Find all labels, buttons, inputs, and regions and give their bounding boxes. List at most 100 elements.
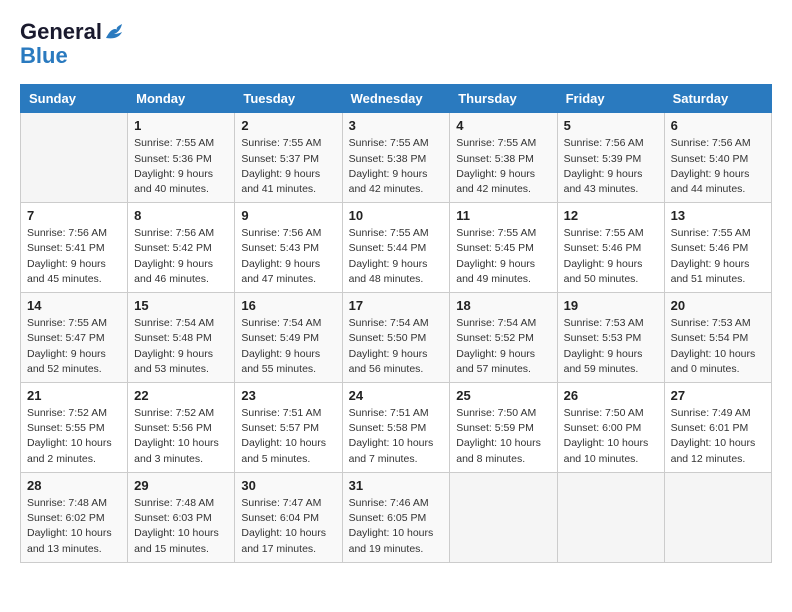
day-info: Sunrise: 7:55 AM Sunset: 5:46 PM Dayligh…	[671, 226, 765, 287]
col-header-tuesday: Tuesday	[235, 85, 342, 113]
day-number: 21	[27, 388, 121, 403]
calendar-cell: 26 Sunrise: 7:50 AM Sunset: 6:00 PM Dayli…	[557, 383, 664, 473]
col-header-sunday: Sunday	[21, 85, 128, 113]
calendar-cell: 24Sunrise: 7:51 AM Sunset: 5:58 PM Dayli…	[342, 383, 450, 473]
calendar-cell: 7Sunrise: 7:56 AM Sunset: 5:41 PM Daylig…	[21, 203, 128, 293]
day-info: Sunrise: 7:52 AM Sunset: 5:55 PM Dayligh…	[27, 406, 121, 467]
day-number: 15	[134, 298, 228, 313]
calendar-cell	[450, 472, 557, 562]
day-info: Sunrise: 7:51 AM Sunset: 5:57 PM Dayligh…	[241, 406, 335, 467]
calendar-cell: 3 Sunrise: 7:55 AM Sunset: 5:38 PM Daylig…	[342, 113, 450, 203]
logo-bird-icon	[104, 24, 126, 42]
day-info: Sunrise: 7:56 AM Sunset: 5:40 PM Dayligh…	[671, 136, 765, 197]
calendar-cell: 23 Sunrise: 7:51 AM Sunset: 5:57 PM Dayli…	[235, 383, 342, 473]
day-info: Sunrise: 7:54 AM Sunset: 5:49 PM Dayligh…	[241, 316, 335, 377]
calendar-cell: 20 Sunrise: 7:53 AM Sunset: 5:54 PM Dayli…	[664, 293, 771, 383]
day-info: Sunrise: 7:56 AM Sunset: 5:41 PM Dayligh…	[27, 226, 121, 287]
day-info: Sunrise: 7:56 AM Sunset: 5:43 PM Dayligh…	[241, 226, 335, 287]
logo-text: General	[20, 20, 126, 44]
calendar-cell: 17Sunrise: 7:54 AM Sunset: 5:50 PM Dayli…	[342, 293, 450, 383]
day-number: 5	[564, 118, 658, 133]
day-info: Sunrise: 7:54 AM Sunset: 5:48 PM Dayligh…	[134, 316, 228, 377]
day-number: 14	[27, 298, 121, 313]
day-number: 6	[671, 118, 765, 133]
day-number: 11	[456, 208, 550, 223]
col-header-wednesday: Wednesday	[342, 85, 450, 113]
day-number: 19	[564, 298, 658, 313]
calendar-cell: 30 Sunrise: 7:47 AM Sunset: 6:04 PM Dayli…	[235, 472, 342, 562]
day-number: 20	[671, 298, 765, 313]
day-number: 26	[564, 388, 658, 403]
calendar-cell: 28Sunrise: 7:48 AM Sunset: 6:02 PM Dayli…	[21, 472, 128, 562]
day-info: Sunrise: 7:46 AM Sunset: 6:05 PM Dayligh…	[349, 496, 444, 557]
calendar-cell	[21, 113, 128, 203]
calendar-cell	[557, 472, 664, 562]
logo: General Blue	[20, 20, 126, 68]
day-info: Sunrise: 7:56 AM Sunset: 5:42 PM Dayligh…	[134, 226, 228, 287]
day-info: Sunrise: 7:55 AM Sunset: 5:47 PM Dayligh…	[27, 316, 121, 377]
week-row-2: 7Sunrise: 7:56 AM Sunset: 5:41 PM Daylig…	[21, 203, 772, 293]
calendar-cell: 22Sunrise: 7:52 AM Sunset: 5:56 PM Dayli…	[128, 383, 235, 473]
day-number: 30	[241, 478, 335, 493]
calendar-cell	[664, 472, 771, 562]
day-info: Sunrise: 7:51 AM Sunset: 5:58 PM Dayligh…	[349, 406, 444, 467]
calendar-cell: 18 Sunrise: 7:54 AM Sunset: 5:52 PM Dayli…	[450, 293, 557, 383]
calendar-cell: 13Sunrise: 7:55 AM Sunset: 5:46 PM Dayli…	[664, 203, 771, 293]
calendar-cell: 1Sunrise: 7:55 AM Sunset: 5:36 PM Daylig…	[128, 113, 235, 203]
day-info: Sunrise: 7:52 AM Sunset: 5:56 PM Dayligh…	[134, 406, 228, 467]
calendar-cell: 11 Sunrise: 7:55 AM Sunset: 5:45 PM Dayli…	[450, 203, 557, 293]
calendar-cell: 27Sunrise: 7:49 AM Sunset: 6:01 PM Dayli…	[664, 383, 771, 473]
calendar-cell: 10Sunrise: 7:55 AM Sunset: 5:44 PM Dayli…	[342, 203, 450, 293]
calendar-cell: 29 Sunrise: 7:48 AM Sunset: 6:03 PM Dayli…	[128, 472, 235, 562]
calendar-header: SundayMondayTuesdayWednesdayThursdayFrid…	[21, 85, 772, 113]
day-number: 23	[241, 388, 335, 403]
day-info: Sunrise: 7:53 AM Sunset: 5:54 PM Dayligh…	[671, 316, 765, 377]
day-info: Sunrise: 7:55 AM Sunset: 5:38 PM Dayligh…	[349, 136, 444, 197]
calendar-cell: 12 Sunrise: 7:55 AM Sunset: 5:46 PM Dayli…	[557, 203, 664, 293]
day-info: Sunrise: 7:55 AM Sunset: 5:45 PM Dayligh…	[456, 226, 550, 287]
calendar-cell: 5 Sunrise: 7:56 AM Sunset: 5:39 PM Daylig…	[557, 113, 664, 203]
day-info: Sunrise: 7:50 AM Sunset: 6:00 PM Dayligh…	[564, 406, 658, 467]
calendar-cell: 6 Sunrise: 7:56 AM Sunset: 5:40 PM Daylig…	[664, 113, 771, 203]
logo-blue-text: Blue	[20, 44, 126, 68]
day-number: 16	[241, 298, 335, 313]
calendar-cell: 8 Sunrise: 7:56 AM Sunset: 5:42 PM Daylig…	[128, 203, 235, 293]
calendar-cell: 16 Sunrise: 7:54 AM Sunset: 5:49 PM Dayli…	[235, 293, 342, 383]
day-number: 9	[241, 208, 335, 223]
calendar-table: SundayMondayTuesdayWednesdayThursdayFrid…	[20, 84, 772, 562]
day-info: Sunrise: 7:55 AM Sunset: 5:38 PM Dayligh…	[456, 136, 550, 197]
calendar-cell: 25Sunrise: 7:50 AM Sunset: 5:59 PM Dayli…	[450, 383, 557, 473]
day-number: 3	[349, 118, 444, 133]
col-header-thursday: Thursday	[450, 85, 557, 113]
calendar-cell: 31 Sunrise: 7:46 AM Sunset: 6:05 PM Dayli…	[342, 472, 450, 562]
week-row-3: 14 Sunrise: 7:55 AM Sunset: 5:47 PM Dayli…	[21, 293, 772, 383]
day-info: Sunrise: 7:48 AM Sunset: 6:03 PM Dayligh…	[134, 496, 228, 557]
day-info: Sunrise: 7:49 AM Sunset: 6:01 PM Dayligh…	[671, 406, 765, 467]
calendar-cell: 4 Sunrise: 7:55 AM Sunset: 5:38 PM Daylig…	[450, 113, 557, 203]
day-number: 18	[456, 298, 550, 313]
calendar-cell: 2 Sunrise: 7:55 AM Sunset: 5:37 PM Daylig…	[235, 113, 342, 203]
calendar-cell: 9 Sunrise: 7:56 AM Sunset: 5:43 PM Daylig…	[235, 203, 342, 293]
day-info: Sunrise: 7:55 AM Sunset: 5:46 PM Dayligh…	[564, 226, 658, 287]
day-number: 31	[349, 478, 444, 493]
day-number: 12	[564, 208, 658, 223]
week-row-5: 28Sunrise: 7:48 AM Sunset: 6:02 PM Dayli…	[21, 472, 772, 562]
day-number: 2	[241, 118, 335, 133]
calendar-cell: 15 Sunrise: 7:54 AM Sunset: 5:48 PM Dayli…	[128, 293, 235, 383]
week-row-4: 21 Sunrise: 7:52 AM Sunset: 5:55 PM Dayli…	[21, 383, 772, 473]
day-info: Sunrise: 7:55 AM Sunset: 5:44 PM Dayligh…	[349, 226, 444, 287]
day-number: 8	[134, 208, 228, 223]
day-info: Sunrise: 7:48 AM Sunset: 6:02 PM Dayligh…	[27, 496, 121, 557]
day-info: Sunrise: 7:53 AM Sunset: 5:53 PM Dayligh…	[564, 316, 658, 377]
day-info: Sunrise: 7:54 AM Sunset: 5:52 PM Dayligh…	[456, 316, 550, 377]
day-number: 29	[134, 478, 228, 493]
calendar-cell: 19 Sunrise: 7:53 AM Sunset: 5:53 PM Dayli…	[557, 293, 664, 383]
calendar-cell: 21 Sunrise: 7:52 AM Sunset: 5:55 PM Dayli…	[21, 383, 128, 473]
calendar-cell: 14 Sunrise: 7:55 AM Sunset: 5:47 PM Dayli…	[21, 293, 128, 383]
day-info: Sunrise: 7:56 AM Sunset: 5:39 PM Dayligh…	[564, 136, 658, 197]
day-info: Sunrise: 7:55 AM Sunset: 5:37 PM Dayligh…	[241, 136, 335, 197]
page-header: General Blue	[20, 20, 772, 68]
day-info: Sunrise: 7:47 AM Sunset: 6:04 PM Dayligh…	[241, 496, 335, 557]
day-number: 4	[456, 118, 550, 133]
col-header-friday: Friday	[557, 85, 664, 113]
